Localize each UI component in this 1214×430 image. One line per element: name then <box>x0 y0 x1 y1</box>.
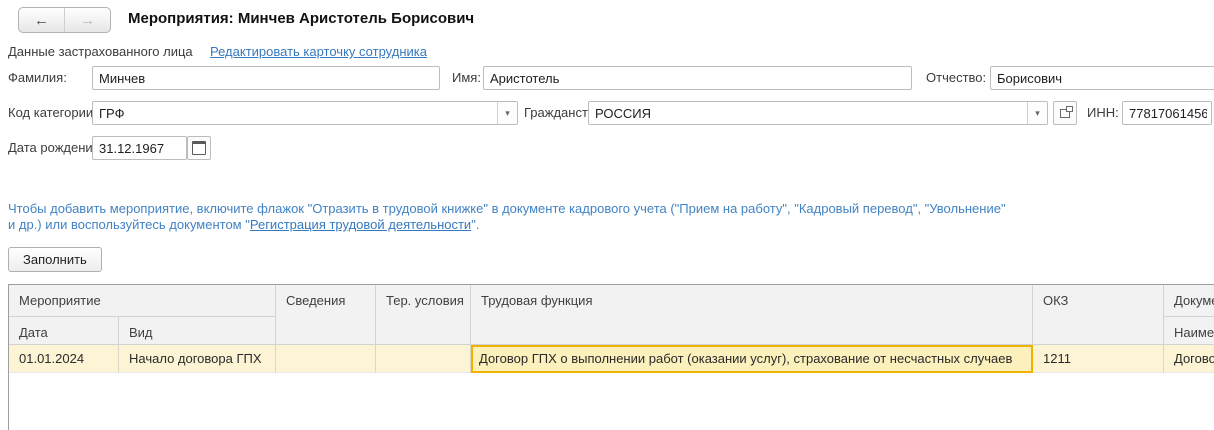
col-header-territory: Тер. условия <box>376 285 471 345</box>
middle-name-label: Отчество: <box>926 66 986 90</box>
category-code-input[interactable] <box>93 103 497 123</box>
col-header-event: Мероприятие <box>9 285 276 317</box>
first-name-label: Имя: <box>452 66 481 90</box>
col-header-kind: Вид <box>119 317 276 345</box>
open-item-icon <box>1060 109 1070 118</box>
category-code-label: Код категории: <box>8 101 97 125</box>
calendar-icon <box>192 141 206 155</box>
forward-button[interactable]: → <box>64 8 110 32</box>
col-header-labor-function: Трудовая функция <box>471 285 1033 345</box>
notice-line-2-prefix: и др.) или воспользуйтесь документом " <box>8 217 250 232</box>
col-header-info: Сведения <box>276 285 376 345</box>
notice-line-2-suffix: ". <box>471 217 479 232</box>
citizenship-open-button[interactable] <box>1053 101 1077 125</box>
inn-input[interactable] <box>1123 103 1211 123</box>
insured-data-label: Данные застрахованного лица <box>8 44 193 59</box>
col-header-doc-name: Наименование <box>1164 317 1214 345</box>
citizenship-combo: ▾ <box>588 101 1048 125</box>
birth-date-label: Дата рождения: <box>8 136 103 160</box>
first-name-input[interactable] <box>484 68 911 88</box>
cell-kind[interactable]: Начало договора ГПХ <box>119 345 276 373</box>
fill-button[interactable]: Заполнить <box>8 247 102 272</box>
col-header-date: Дата <box>9 317 119 345</box>
last-name-label: Фамилия: <box>8 66 67 90</box>
category-code-combo: ▾ <box>92 101 518 125</box>
middle-name-field-box <box>990 66 1214 90</box>
cell-labor-function-selected[interactable]: Договор ГПХ о выполнении работ (оказании… <box>471 345 1033 373</box>
forward-arrow-icon: → <box>80 12 95 29</box>
inn-label: ИНН: <box>1087 101 1119 125</box>
last-name-field-box <box>92 66 440 90</box>
events-table: Мероприятие Дата Вид Сведения Тер. услов… <box>8 284 1214 430</box>
cell-territory[interactable] <box>376 345 471 373</box>
page-title: Мероприятия: Минчев Аристотель Борисович <box>128 10 474 27</box>
cell-okz[interactable]: 1211 <box>1033 345 1164 373</box>
col-header-document: Документ <box>1164 285 1214 317</box>
col-header-okz: ОКЗ <box>1033 285 1164 345</box>
cell-document[interactable]: Договор <box>1164 345 1214 373</box>
notice-line-1: Чтобы добавить мероприятие, включите фла… <box>8 201 1208 217</box>
birth-date-field-box <box>92 136 187 160</box>
back-arrow-icon: ← <box>34 12 49 29</box>
history-nav-group: ← → <box>18 7 111 33</box>
category-code-dropdown-button[interactable]: ▾ <box>497 102 517 124</box>
birth-date-calendar-button[interactable] <box>187 136 211 160</box>
first-name-field-box <box>483 66 912 90</box>
citizenship-input[interactable] <box>589 103 1027 123</box>
middle-name-input[interactable] <box>991 68 1214 88</box>
event-form-window: ← → Мероприятия: Минчев Аристотель Борис… <box>0 0 1214 430</box>
birth-date-input[interactable] <box>93 138 186 158</box>
chevron-down-icon: ▾ <box>505 108 510 119</box>
inn-field-box <box>1122 101 1212 125</box>
notice-text: Чтобы добавить мероприятие, включите фла… <box>8 201 1208 233</box>
chevron-down-icon: ▾ <box>1035 108 1040 119</box>
cell-date[interactable]: 01.01.2024 <box>9 345 119 373</box>
cell-info[interactable] <box>276 345 376 373</box>
citizenship-dropdown-button[interactable]: ▾ <box>1027 102 1047 124</box>
last-name-input[interactable] <box>93 68 439 88</box>
labor-activity-registration-link[interactable]: Регистрация трудовой деятельности <box>250 217 471 232</box>
notice-line-2: и др.) или воспользуйтесь документом "Ре… <box>8 217 1208 233</box>
back-button[interactable]: ← <box>19 8 64 32</box>
edit-employee-card-link[interactable]: Редактировать карточку сотрудника <box>210 44 427 59</box>
